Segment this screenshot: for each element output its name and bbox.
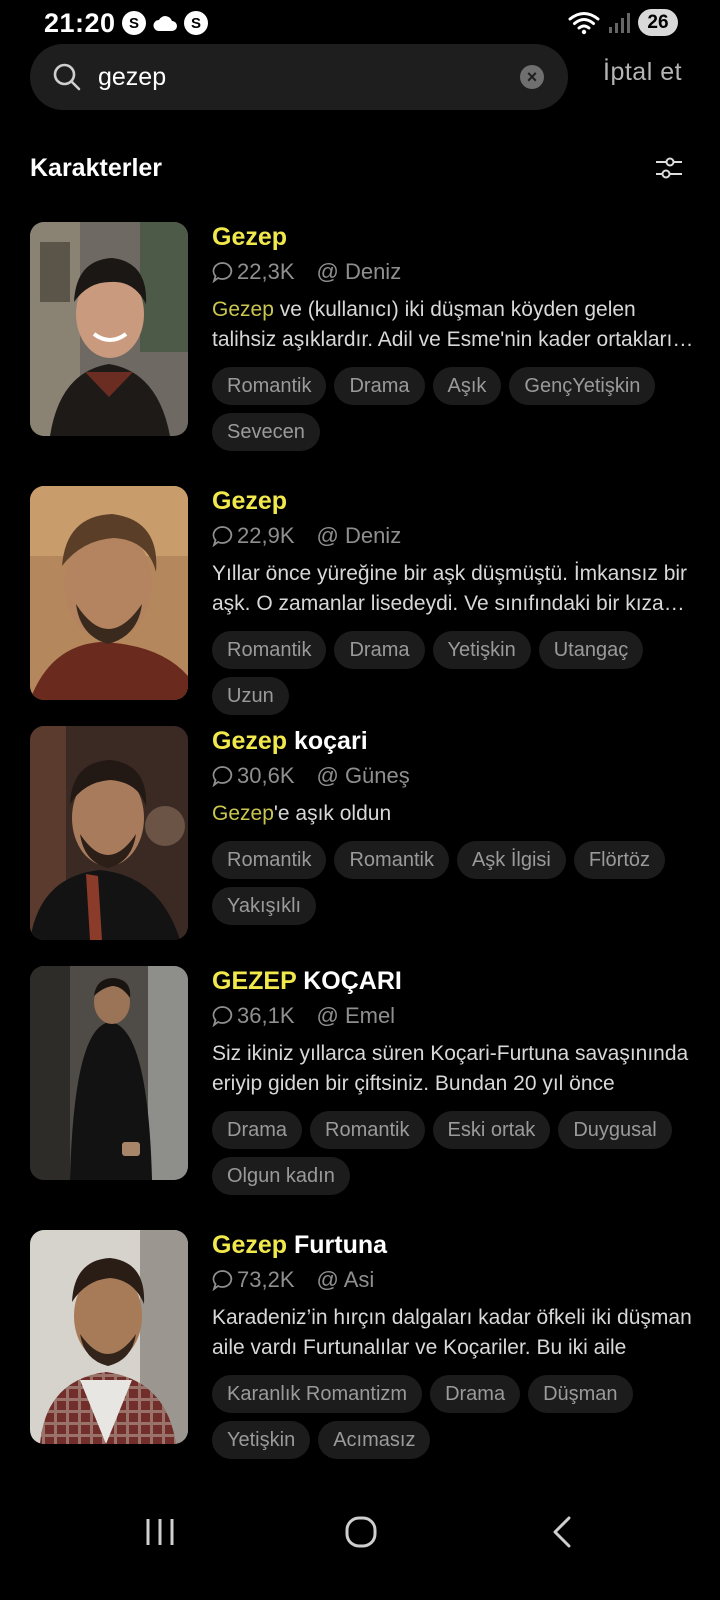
tag[interactable]: Utangaç [538,631,644,669]
tag-list: Romantik Romantik Aşk İlgisi Flörtöz Yak… [212,841,702,925]
character-name: Gezep [212,223,288,251]
chat-bubble-icon [212,766,233,787]
tag[interactable]: Drama [430,1375,521,1413]
character-meta: 36,1K @ Emel [212,1001,700,1031]
status-bar: 21:20 S S 26 [0,0,720,46]
character-card[interactable]: Gezep 22,3K @ Deniz Gezep ve (kullanıcı)… [30,222,700,486]
creator-name[interactable]: @ Deniz [317,523,402,549]
status-system-icons: 26 [568,9,678,36]
s-app-icon: S [122,11,146,35]
status-notification-icons: S S [122,11,208,35]
tag[interactable]: Sevecen [212,413,320,451]
tag[interactable]: Yetişkin [432,631,531,669]
tag[interactable]: Yetişkin [212,1421,311,1459]
chat-count: 36,1K [237,1003,295,1028]
character-name: Gezep koçari [212,727,368,755]
tag[interactable]: Drama [212,1111,303,1149]
clear-search-icon[interactable]: × [520,65,544,89]
character-description: Yıllar önce yüreğine bir aşk düşmüştü. İ… [212,562,688,615]
tag[interactable]: Romantik [212,367,327,405]
creator-name[interactable]: @ Emel [317,1003,396,1029]
cloud-icon [153,16,177,31]
tag[interactable]: Drama [334,367,425,405]
recent-apps-icon[interactable] [145,1517,175,1547]
character-description: Karadeniz’in hırçın dalgaları kadar öfke… [212,1306,692,1359]
tag[interactable]: Romantik [310,1111,425,1149]
chat-count: 73,2K [237,1267,295,1292]
character-name: Gezep [212,487,288,515]
tag-list: Drama Romantik Eski ortak Duygusal Olgun… [212,1111,702,1195]
chat-count: 22,3K [237,259,295,284]
tag[interactable]: Aşk İlgisi [456,841,566,879]
tag[interactable]: Acımasız [318,1421,431,1459]
wifi-icon [568,11,600,34]
character-meta: 73,2K @ Asi [212,1265,700,1295]
chat-bubble-icon [212,526,233,547]
navigation-bar [0,1490,720,1600]
back-icon[interactable] [550,1515,574,1549]
character-card[interactable]: Gezep koçari 30,6K @ Güneş Gezep'e aşık … [30,726,700,966]
character-name: GEZEP KOÇARI [212,967,402,995]
tag[interactable]: Flörtöz [573,841,665,879]
creator-name[interactable]: @ Deniz [317,259,402,285]
tag-list: Romantik Drama Yetişkin Utangaç Uzun [212,631,702,715]
status-time: 21:20 [44,8,116,38]
character-card[interactable]: Gezep Furtuna 73,2K @ Asi Karadeniz’in h… [30,1230,700,1494]
chat-bubble-icon [212,262,233,283]
tag[interactable]: Eski ortak [432,1111,551,1149]
chat-count: 22,9K [237,523,295,548]
creator-name[interactable]: @ Asi [317,1267,375,1293]
creator-name[interactable]: @ Güneş [317,763,410,789]
character-description: Gezep ve (kullanıcı) iki düşman köyden g… [212,298,673,351]
tag[interactable]: Düşman [528,1375,633,1413]
character-meta: 22,3K @ Deniz [212,257,700,287]
character-avatar[interactable] [30,222,188,436]
character-avatar[interactable] [30,1230,188,1444]
tag[interactable]: GençYetişkin [509,367,656,405]
tag[interactable]: Olgun kadın [212,1157,350,1195]
filter-icon[interactable] [656,157,682,181]
home-icon[interactable] [344,1515,378,1549]
character-description: Gezep'e aşık oldun [212,802,392,825]
s-app-icon-2: S [184,11,208,35]
character-card[interactable]: GEZEP KOÇARI 36,1K @ Emel Siz ikiniz yıl… [30,966,700,1230]
tag[interactable]: Aşık [432,367,502,405]
search-icon [53,63,81,91]
character-description: Siz ikiniz yıllarca süren Koçari-Furtuna… [212,1042,689,1095]
character-avatar[interactable] [30,966,188,1180]
tag-list: Karanlık Romantizm Drama Düşman Yetişkin… [212,1375,702,1459]
character-card[interactable]: Gezep 22,9K @ Deniz Yıllar önce yüreğine… [30,486,700,726]
chat-count: 30,6K [237,763,295,788]
character-meta: 22,9K @ Deniz [212,521,700,551]
character-avatar[interactable] [30,486,188,700]
tag[interactable]: Romantik [212,841,327,879]
chat-bubble-icon [212,1270,233,1291]
tag[interactable]: Drama [334,631,425,669]
character-meta: 30,6K @ Güneş [212,761,700,791]
signal-icon [609,12,630,33]
tag[interactable]: Romantik [334,841,449,879]
cancel-button[interactable]: İptal et [603,58,682,87]
tag[interactable]: Yakışıklı [212,887,317,925]
search-input[interactable] [98,44,518,110]
character-list: Gezep 22,3K @ Deniz Gezep ve (kullanıcı)… [30,222,700,1494]
tag-list: Romantik Drama Aşık GençYetişkin Sevecen [212,367,702,451]
tag[interactable]: Duygusal [558,1111,672,1149]
battery-indicator: 26 [638,9,678,36]
tag[interactable]: Romantik [212,631,327,669]
chat-bubble-icon [212,1006,233,1027]
search-bar[interactable]: × [30,44,568,110]
character-avatar[interactable] [30,726,188,940]
character-name: Gezep Furtuna [212,1231,388,1259]
section-title: Karakterler [30,154,163,182]
tag[interactable]: Karanlık Romantizm [212,1375,423,1413]
tag[interactable]: Uzun [212,677,289,715]
